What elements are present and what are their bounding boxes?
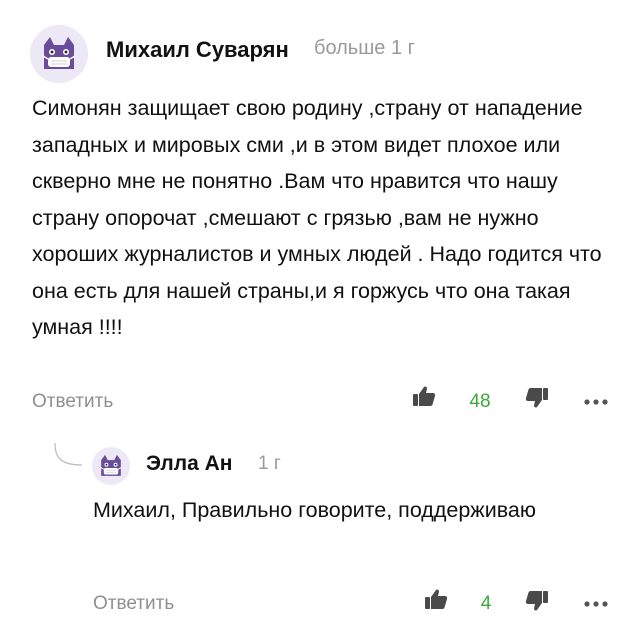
- reply-author[interactable]: Элла Ан: [146, 452, 232, 476]
- thumbs-down-icon[interactable]: [525, 386, 549, 410]
- likes-count: 4: [480, 593, 492, 614]
- thread-connector: [54, 443, 83, 466]
- reply-time: 1 г: [258, 453, 281, 474]
- comment-author[interactable]: Михаил Суварян: [106, 37, 289, 63]
- reply-button[interactable]: Ответить: [93, 593, 174, 615]
- thumbs-up-icon[interactable]: [412, 384, 436, 408]
- more-dots-icon[interactable]: [583, 398, 609, 406]
- comment-text: Симонян защищает свою родину ,страну от …: [32, 96, 602, 339]
- likes-count: 48: [469, 391, 491, 412]
- thumbs-down-icon[interactable]: [525, 589, 549, 613]
- comment-time: больше 1 г: [314, 37, 415, 59]
- reply-button[interactable]: Ответить: [32, 391, 113, 413]
- cat-mask-avatar-icon: [30, 25, 88, 83]
- thumbs-up-icon[interactable]: [424, 587, 448, 611]
- more-dots-icon[interactable]: [583, 600, 609, 608]
- avatar[interactable]: [92, 447, 130, 485]
- avatar[interactable]: [30, 25, 88, 83]
- reply-text: Михаил, Правильно говорите, поддерживаю: [93, 498, 536, 522]
- cat-mask-avatar-icon: [92, 447, 130, 485]
